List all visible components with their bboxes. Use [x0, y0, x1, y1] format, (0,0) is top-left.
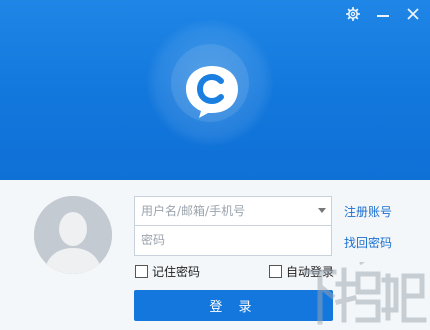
default-user-icon	[34, 196, 112, 274]
account-dropdown-arrow-icon[interactable]	[318, 208, 326, 213]
chat-bubble-c-logo-icon	[186, 66, 238, 118]
site-watermark-logo	[303, 262, 427, 325]
password-field[interactable]	[134, 226, 332, 256]
login-window: 注册账号 找回密码 记住密码 自动登录 登 录	[0, 0, 430, 330]
avatar	[34, 196, 112, 274]
auto-login-box[interactable]	[269, 265, 282, 278]
remember-password-checkbox[interactable]: 记住密码	[135, 263, 200, 280]
recover-password-link[interactable]: 找回密码	[344, 234, 392, 251]
close-icon[interactable]	[402, 4, 424, 24]
minimize-icon[interactable]	[372, 4, 394, 24]
password-input[interactable]	[135, 226, 311, 254]
username-input[interactable]	[135, 197, 311, 225]
register-account-link[interactable]: 注册账号	[344, 203, 392, 220]
header-banner	[0, 0, 430, 180]
settings-gear-icon[interactable]	[342, 4, 364, 24]
remember-password-label: 记住密码	[152, 265, 201, 279]
remember-password-box[interactable]	[135, 265, 148, 278]
username-field[interactable]	[134, 196, 332, 226]
